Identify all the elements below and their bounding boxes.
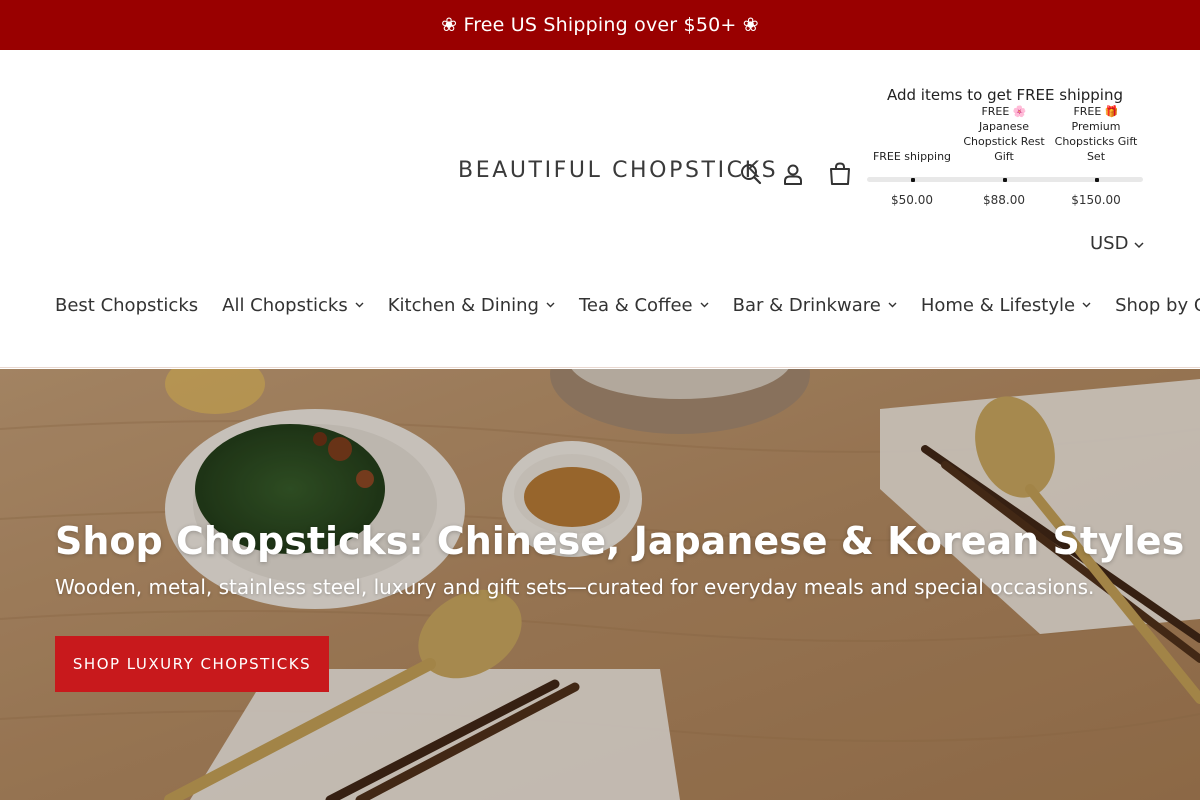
chevron-down-icon [546,302,555,308]
milestone-premium-gift-set: FREE 🎁 Premium Chopsticks Gift Set $150.… [1050,84,1142,208]
announcement-bar: ❀ Free US Shipping over $50+ ❀ [0,0,1200,50]
nav-item-bar-drinkware[interactable]: Bar & Drinkware [733,295,897,316]
milestone-price: $50.00 [891,193,933,207]
main-nav: Best Chopsticks All Chopsticks Kitchen &… [55,290,1200,320]
milestone-chopstick-rest-gift: FREE 🌸 Japanese Chopstick Rest Gift $88.… [958,84,1050,208]
cart-icon[interactable] [825,159,855,189]
milestone-price: $88.00 [983,193,1025,207]
nav-item-label: Bar & Drinkware [732,294,881,316]
nav-item-label: Best Chopsticks [55,294,199,316]
milestone-marker [1095,178,1099,182]
milestone-marker [911,178,915,182]
chevron-down-icon [1134,233,1144,254]
nav-item-all-chopsticks[interactable]: All Chopsticks [222,295,364,316]
search-icon[interactable] [736,159,766,189]
milestone-label: FREE 🎁 Premium Chopsticks Gift Set [1054,105,1138,163]
nav-item-home-lifestyle[interactable]: Home & Lifestyle [921,295,1091,316]
chevron-down-icon [888,302,897,308]
nav-item-tea-coffee[interactable]: Tea & Coffee [579,295,709,316]
milestone-marker [1003,178,1007,182]
hero-title: Shop Chopsticks: Chinese, Japanese & Kor… [55,519,1185,563]
site-header: BEAUTIFUL CHOPSTICKS Add items to get FR… [0,50,1200,368]
hero-subtitle: Wooden, metal, stainless steel, luxury a… [55,575,1095,599]
milestone-price: $150.00 [1071,193,1121,207]
nav-item-label: Home & Lifestyle [920,294,1076,316]
account-icon[interactable] [778,159,808,189]
site-logo[interactable]: BEAUTIFUL CHOPSTICKS [458,158,778,183]
chevron-down-icon [700,302,709,308]
nav-item-label: All Chopsticks [222,294,348,316]
chevron-down-icon [355,302,364,308]
nav-item-label: Tea & Coffee [578,294,693,316]
free-shipping-progress: Add items to get FREE shipping FREE ship… [866,84,1144,208]
milestone-free-shipping: FREE shipping $50.00 [866,84,958,208]
shop-luxury-chopsticks-button[interactable]: SHOP LUXURY CHOPSTICKS [55,636,329,692]
milestone-label: FREE shipping [872,150,952,163]
currency-selector[interactable]: USD [1090,233,1144,254]
nav-item-shop-by-gifts[interactable]: Shop by Gifts [1115,295,1200,316]
nav-item-label: Shop by Gifts [1115,294,1200,316]
nav-item-kitchen-dining[interactable]: Kitchen & Dining [388,295,555,316]
chevron-down-icon [1082,302,1091,308]
announcement-text: ❀ Free US Shipping over $50+ ❀ [441,14,759,36]
hero-banner: Shop Chopsticks: Chinese, Japanese & Kor… [0,369,1200,800]
milestone-label: FREE 🌸 Japanese Chopstick Rest Gift [963,105,1045,163]
nav-item-best-chopsticks[interactable]: Best Chopsticks [55,295,198,316]
nav-item-label: Kitchen & Dining [387,294,539,316]
currency-value: USD [1090,233,1129,254]
